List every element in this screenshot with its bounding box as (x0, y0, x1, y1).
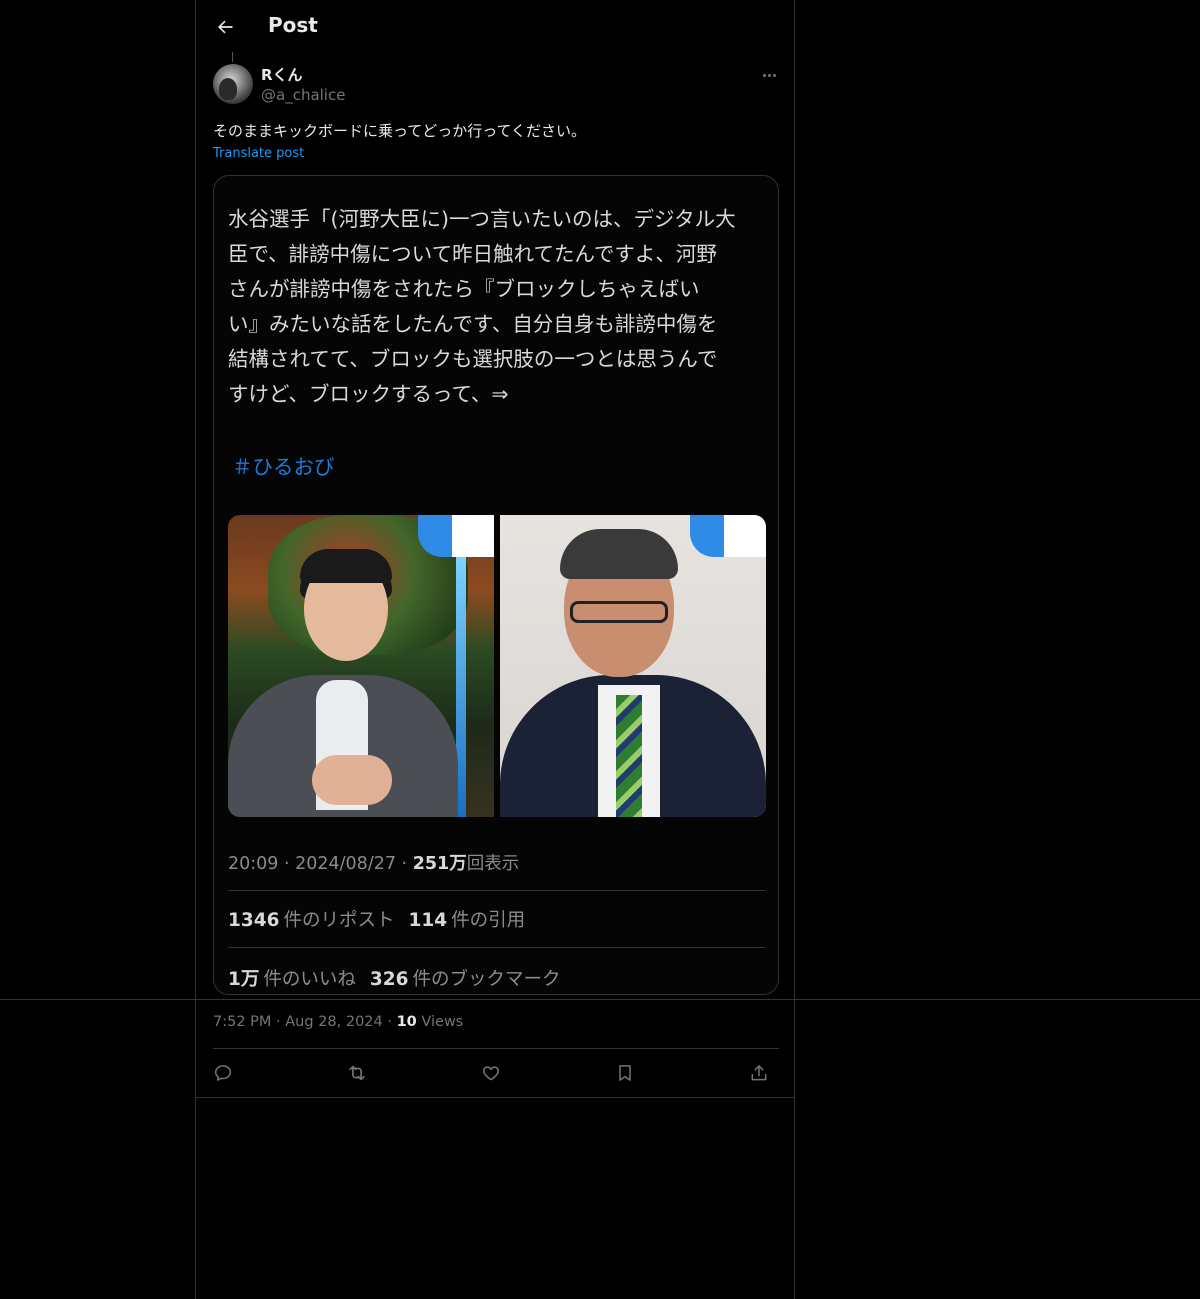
embedded-photo-left (228, 515, 494, 817)
post-text: そのままキックボードに乗ってどっか行ってください。 (213, 122, 587, 140)
reply-button[interactable] (210, 1060, 236, 1086)
author-name[interactable]: Rくん (261, 64, 303, 85)
like-icon (482, 1066, 500, 1081)
post-date[interactable]: Aug 28, 2024 (285, 1014, 383, 1030)
embedded-post-text: 水谷選手「(河野大臣に)一つ言いたいのは、デジタル大 臣で、誹謗中傷について昨日… (228, 207, 736, 406)
back-arrow-icon (218, 20, 233, 34)
share-icon (751, 1065, 767, 1081)
embedded-divider (228, 947, 765, 948)
header: Post (196, 0, 794, 53)
main-column: Post Rくん @a_chalice そのままキックボードに乗ってどっか行って… (195, 0, 795, 1299)
translate-post-link[interactable]: Translate post (213, 146, 304, 161)
share-button[interactable] (746, 1060, 772, 1086)
bookmark-button[interactable] (612, 1060, 638, 1086)
page-title: Post (268, 13, 318, 37)
embedded-photo-right (500, 515, 766, 817)
embedded-meta: 20:09 · 2024/08/27 · 251万回表示 (228, 854, 520, 874)
meta-divider (213, 1048, 779, 1049)
post-meta: 7:52 PM · Aug 28, 2024 · 10 Views (213, 1014, 464, 1030)
views-label: Views (421, 1014, 464, 1030)
post-time[interactable]: 7:52 PM (213, 1014, 271, 1030)
embedded-stats-likes: 1万 件のいいね 326 件のブックマーク (228, 969, 561, 990)
more-button[interactable] (756, 62, 782, 88)
repost-button[interactable] (344, 1060, 370, 1086)
author-handle[interactable]: @a_chalice (261, 86, 345, 104)
views-count: 10 (396, 1014, 417, 1030)
post-bottom-border (196, 1097, 794, 1098)
back-button[interactable] (208, 10, 242, 44)
bookmark-icon (619, 1065, 631, 1081)
repost-icon (349, 1065, 365, 1081)
embedded-stats-reposts: 1346 件のリポスト 114 件の引用 (228, 910, 526, 931)
more-icon (762, 73, 766, 77)
embedded-hashtag: ＃ひるおび (232, 455, 335, 479)
like-button[interactable] (478, 1060, 504, 1086)
action-bar (213, 1058, 779, 1088)
embedded-divider (228, 890, 765, 891)
embedded-image[interactable]: 水谷選手「(河野大臣に)一つ言いたいのは、デジタル大 臣で、誹謗中傷について昨日… (213, 175, 779, 995)
thread-line (232, 52, 233, 62)
avatar[interactable] (213, 64, 253, 104)
reply-icon (214, 1065, 232, 1081)
